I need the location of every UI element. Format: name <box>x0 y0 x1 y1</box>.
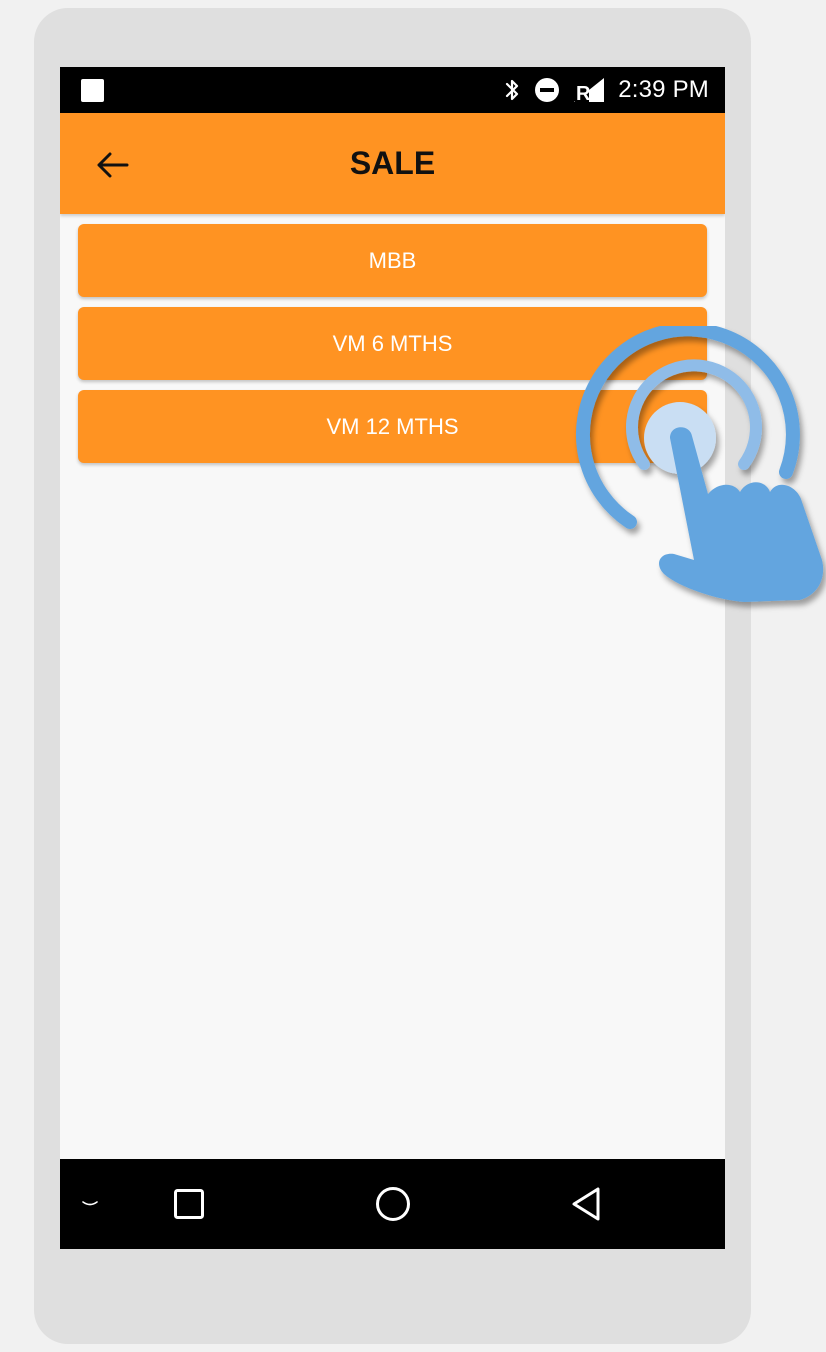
back-triangle-icon <box>572 1187 600 1221</box>
status-icons: R 2:39 PM <box>504 67 709 113</box>
app-bar: SALE <box>60 113 725 214</box>
recents-square-icon <box>174 1189 204 1219</box>
home-button[interactable] <box>368 1159 418 1249</box>
svg-text:R: R <box>576 83 591 102</box>
navigation-bar <box>60 1159 725 1249</box>
phone-screen: R 2:39 PM SALE MBB VM 6 MTHS VM 12 MTHS <box>60 67 725 1249</box>
signal-icon: R <box>574 78 605 102</box>
home-circle-icon <box>376 1187 410 1221</box>
bluetooth-icon <box>506 79 519 101</box>
status-time: 2:39 PM <box>618 76 709 103</box>
chevron-down-icon <box>82 1201 98 1206</box>
back-nav-button[interactable] <box>563 1159 609 1249</box>
mbb-button[interactable]: MBB <box>78 224 707 297</box>
tap-hand-icon <box>575 326 824 602</box>
status-bar: R 2:39 PM <box>60 67 725 113</box>
recents-button[interactable] <box>166 1159 212 1249</box>
page-title: SALE <box>349 145 436 181</box>
keyboard-hide-button[interactable] <box>72 1159 108 1249</box>
notification-square-icon <box>81 79 104 102</box>
do-not-disturb-icon <box>535 78 560 102</box>
